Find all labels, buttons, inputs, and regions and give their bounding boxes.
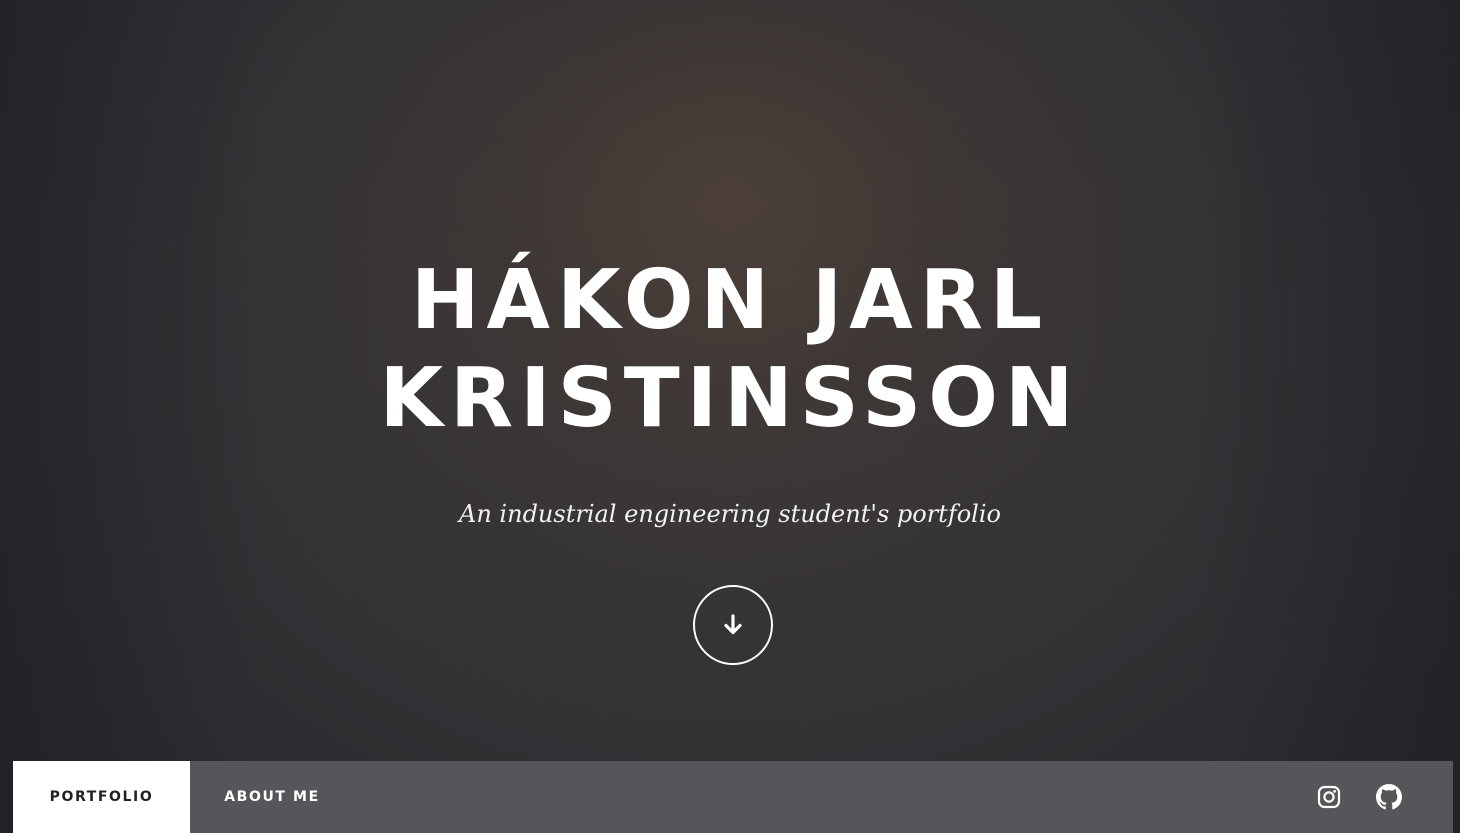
social-links [1283, 761, 1453, 833]
nav-item-label: PORTFOLIO [49, 789, 154, 805]
github-icon [1376, 784, 1402, 810]
arrow-down-icon [724, 614, 742, 635]
nav-item-about-me[interactable]: ABOUT ME [190, 761, 354, 833]
scroll-down-button[interactable] [693, 585, 773, 665]
instagram-icon [1317, 785, 1341, 809]
instagram-link[interactable] [1315, 783, 1343, 811]
github-link[interactable] [1375, 783, 1403, 811]
hero-title-line-1: HÁKON JARL [410, 253, 1050, 348]
hero-subtitle: An industrial engineering student's port… [459, 500, 1001, 528]
nav-item-portfolio[interactable]: PORTFOLIO [13, 761, 190, 833]
bottom-navbar: PORTFOLIO ABOUT ME [13, 761, 1453, 833]
hero-title: HÁKON JARL KRISTINSSON [0, 252, 1460, 448]
nav-item-label: ABOUT ME [224, 789, 320, 805]
hero-title-line-2: KRISTINSSON [379, 351, 1081, 446]
